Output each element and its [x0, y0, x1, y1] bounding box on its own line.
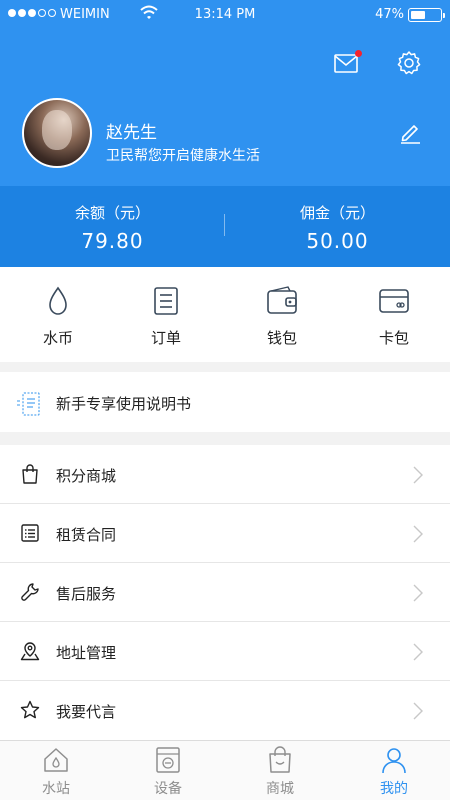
menu-item-points-mall[interactable]: 积分商城 — [0, 445, 450, 504]
unread-badge — [355, 50, 362, 57]
edit-profile-button[interactable] — [398, 120, 422, 144]
balance-section[interactable]: 余额（元） 79.80 — [0, 186, 225, 267]
quick-action-water-coin[interactable]: 水币 — [2, 267, 114, 362]
menu-item-label: 售后服务 — [56, 585, 117, 603]
profile-header: 赵先生 卫民帮您开启健康水生活 — [0, 30, 450, 186]
person-icon — [382, 748, 406, 774]
menu-item-label: 租赁合同 — [56, 526, 117, 544]
pencil-icon — [401, 125, 420, 144]
avatar[interactable] — [22, 98, 92, 168]
tab-water-station[interactable]: 水站 — [0, 741, 112, 800]
menu-item-address[interactable]: 地址管理 — [0, 622, 450, 681]
quick-action-label: 钱包 — [266, 329, 297, 347]
wrench-icon — [21, 583, 39, 601]
quick-action-wallet[interactable]: 钱包 — [226, 267, 338, 362]
tab-device[interactable]: 设备 — [112, 741, 224, 800]
gear-icon — [397, 51, 421, 75]
quick-action-label: 订单 — [150, 329, 181, 347]
user-slogan: 卫民帮您开启健康水生活 — [106, 148, 260, 164]
menu-item-lease-contract[interactable]: 租赁合同 — [0, 504, 450, 563]
tab-store[interactable]: 商城 — [224, 741, 336, 800]
balance-value: 79.80 — [81, 229, 144, 253]
balance-bar: 余额（元） 79.80 佣金（元） 50.00 — [0, 186, 450, 267]
user-name: 赵先生 — [106, 123, 157, 143]
tab-label: 水站 — [42, 781, 70, 797]
guide-label: 新手专享使用说明书 — [56, 395, 192, 413]
tab-bar: 水站 设备 商城 我的 — [0, 740, 450, 800]
quick-action-label: 水币 — [42, 329, 73, 347]
quick-action-cards[interactable]: 卡包 — [338, 267, 450, 362]
menu-item-label: 我要代言 — [56, 703, 117, 721]
chevron-right-icon — [413, 525, 423, 543]
star-icon — [20, 700, 40, 719]
shopping-bag-icon — [22, 464, 38, 484]
chevron-right-icon — [413, 584, 423, 602]
device-icon — [156, 747, 180, 773]
menu-item-endorse[interactable]: 我要代言 — [0, 681, 450, 740]
contract-icon — [21, 524, 39, 542]
commission-value: 50.00 — [306, 229, 369, 253]
menu-item-label: 地址管理 — [56, 644, 117, 662]
messages-button[interactable] — [334, 50, 362, 76]
chevron-right-icon — [413, 466, 423, 484]
beginner-guide-row[interactable]: 新手专享使用说明书 — [0, 372, 450, 432]
menu-list: 积分商城 租赁合同 售后服务 地址管理 我要代言 — [0, 445, 450, 740]
chevron-right-icon — [413, 702, 423, 720]
settings-button[interactable] — [396, 50, 422, 76]
water-drop-icon — [49, 286, 67, 315]
menu-item-label: 积分商城 — [56, 467, 117, 485]
order-icon — [154, 287, 178, 315]
location-icon — [20, 642, 40, 661]
battery-icon — [408, 8, 445, 22]
quick-action-orders[interactable]: 订单 — [110, 267, 222, 362]
manual-icon — [17, 392, 40, 416]
tab-label: 商城 — [266, 781, 294, 797]
commission-section[interactable]: 佣金（元） 50.00 — [225, 186, 450, 267]
tab-label: 我的 — [380, 781, 408, 797]
home-icon — [44, 748, 68, 772]
card-icon — [379, 289, 409, 313]
status-bar: WEIMIN 13:14 PM 47% — [0, 0, 450, 30]
battery-percent: 47% — [375, 7, 404, 22]
menu-item-after-sales[interactable]: 售后服务 — [0, 563, 450, 622]
chevron-right-icon — [413, 643, 423, 661]
tab-mine[interactable]: 我的 — [338, 741, 450, 800]
balance-label: 余额（元） — [74, 204, 150, 222]
tab-label: 设备 — [154, 781, 182, 797]
quick-action-label: 卡包 — [378, 329, 409, 347]
wallet-icon — [267, 286, 297, 314]
commission-label: 佣金（元） — [299, 204, 375, 222]
store-icon — [269, 746, 291, 773]
quick-actions: 水币 订单 钱包 卡包 — [0, 267, 450, 362]
